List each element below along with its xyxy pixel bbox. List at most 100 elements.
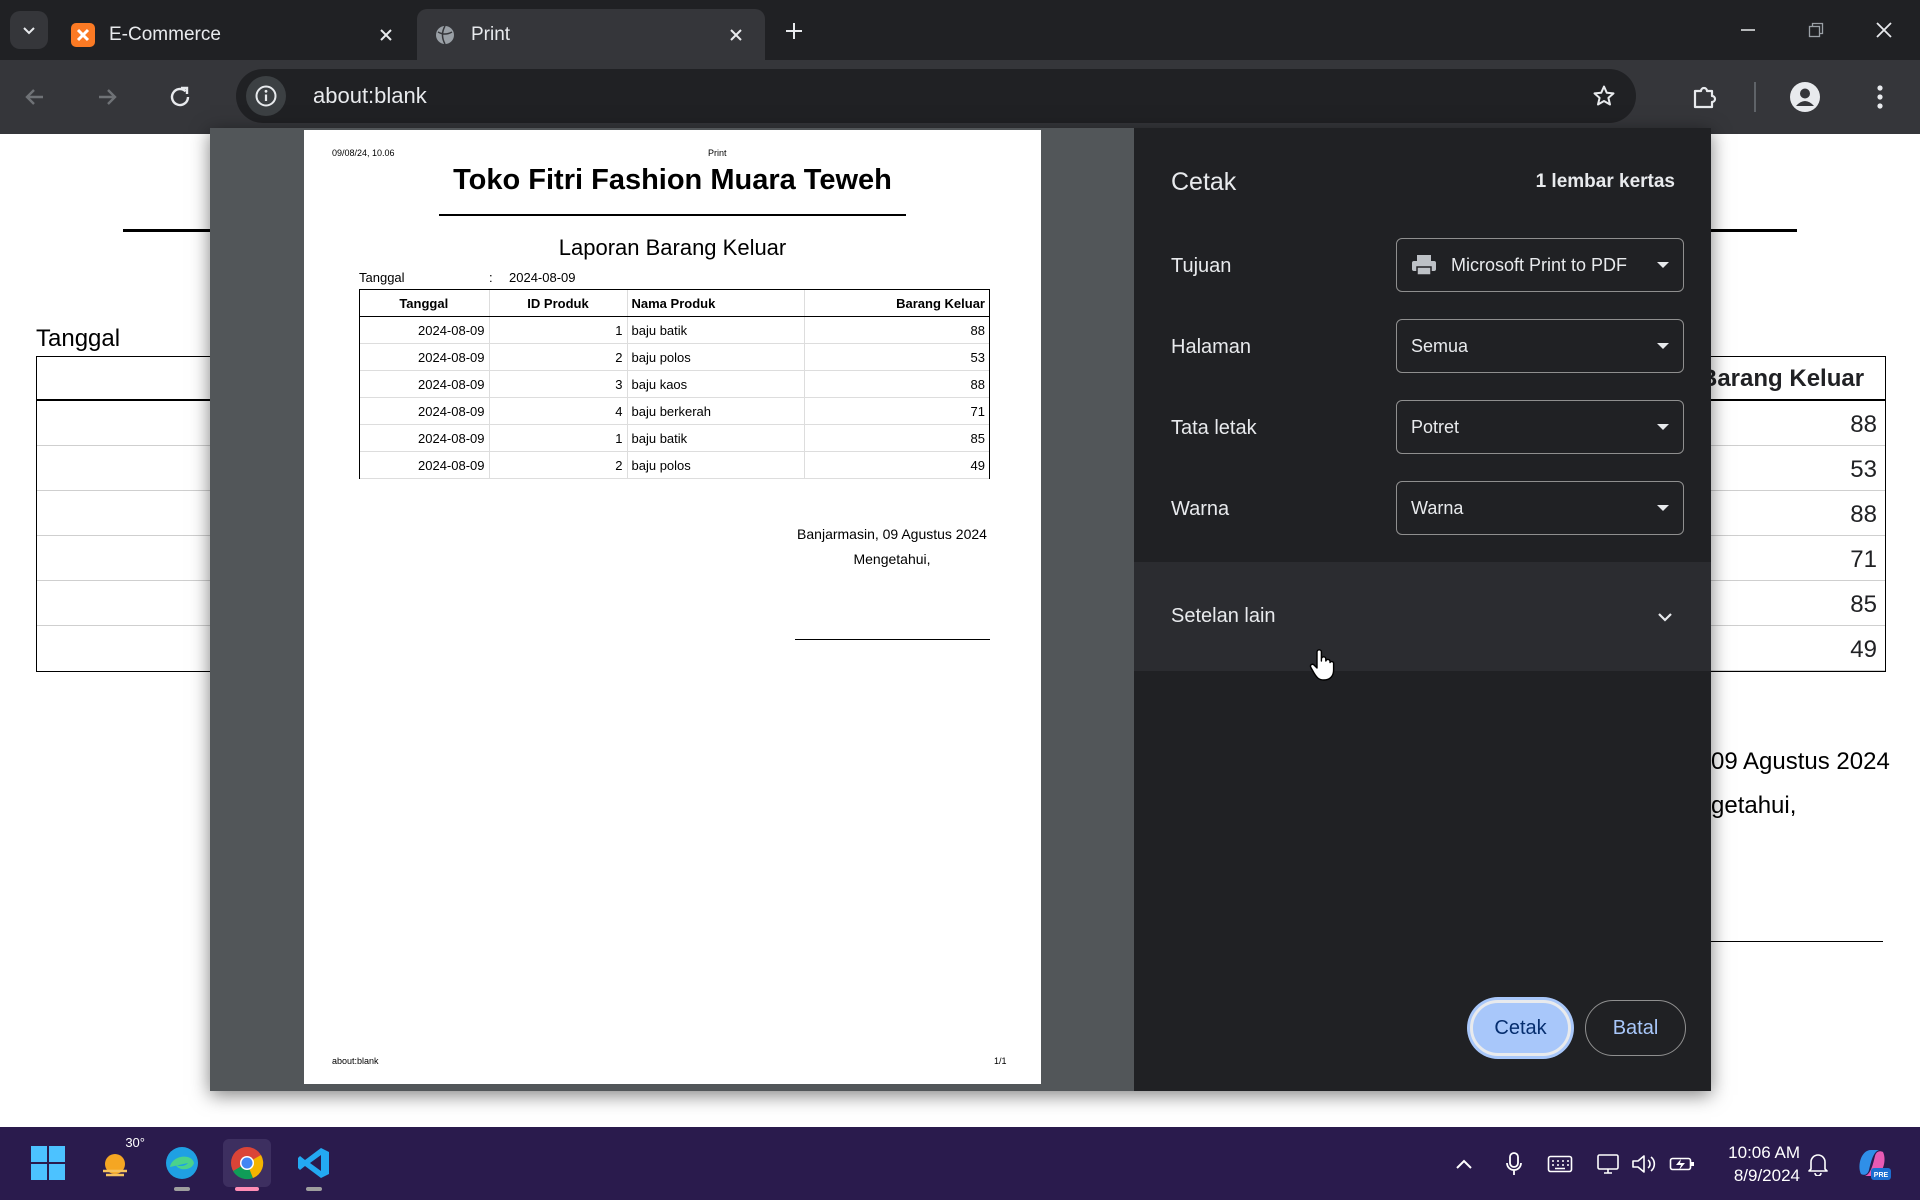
tab-print[interactable]: Print <box>417 9 765 60</box>
forward-button[interactable] <box>85 75 129 119</box>
vscode-icon <box>298 1148 329 1178</box>
extensions-button[interactable] <box>1683 75 1727 119</box>
tab-search-button[interactable] <box>10 11 48 49</box>
table-cell: 2 <box>488 343 627 371</box>
table-cell: 2024-08-09 <box>359 370 489 398</box>
arrow-right-icon <box>99 89 117 105</box>
more-settings-label: Setelan lain <box>1171 605 1276 627</box>
table-cell: 2024-08-09 <box>359 343 489 371</box>
plus-icon <box>786 23 802 39</box>
table-cell: 2024-08-09 <box>359 451 489 479</box>
address-bar[interactable]: about:blank <box>236 69 1636 123</box>
pages-select[interactable]: Semua <box>1396 319 1684 373</box>
network-icon <box>1597 1154 1619 1174</box>
date-colon: : <box>489 270 493 285</box>
print-footer-page: 1/1 <box>994 1056 1007 1066</box>
close-tab-icon[interactable] <box>373 22 399 48</box>
avatar-icon <box>1790 82 1820 112</box>
print-button[interactable]: Cetak <box>1470 1000 1571 1056</box>
network-button[interactable] <box>1594 1149 1624 1179</box>
close-icon <box>1876 22 1892 38</box>
taskbar-edge[interactable] <box>158 1139 206 1191</box>
column-header: Tanggal <box>359 289 489 317</box>
print-header-datetime: 09/08/24, 10.06 <box>332 148 395 158</box>
tab-ecommerce[interactable]: E-Commerce <box>55 9 415 60</box>
site-info-icon[interactable] <box>246 76 286 116</box>
table-cell: baju batik <box>626 424 804 452</box>
new-tab-button[interactable] <box>775 12 813 50</box>
chevron-up-icon <box>1456 1159 1472 1169</box>
table-cell: 1 <box>488 316 627 344</box>
table-border <box>989 289 990 479</box>
tray-overflow-button[interactable] <box>1449 1149 1479 1179</box>
tab-title: E-Commerce <box>109 23 221 45</box>
toolbar-separator <box>1754 82 1756 112</box>
report-date-line: Tanggal: 2024-08-09 <box>359 270 576 285</box>
more-settings-toggle[interactable]: Setelan lain <box>1134 562 1711 671</box>
destination-select[interactable]: Microsoft Print to PDF <box>1396 238 1684 292</box>
table-cell: 1 <box>488 424 627 452</box>
bookmark-star-icon[interactable] <box>1590 82 1618 110</box>
table-cell: baju berkerah <box>626 397 804 425</box>
table-row: 2024-08-09 1 baju batik 85 <box>359 424 989 452</box>
color-label: Warna <box>1171 498 1230 520</box>
speaker-icon <box>1632 1155 1656 1173</box>
color-value: Warna <box>1411 497 1464 518</box>
print-header-title: Print <box>708 148 727 158</box>
system-clock[interactable]: 10:06 AM 8/9/2024 <box>1728 1141 1800 1187</box>
layout-label: Tata letak <box>1171 417 1257 439</box>
close-window-button[interactable] <box>1850 0 1918 60</box>
minimize-icon <box>1741 29 1755 31</box>
back-button[interactable] <box>13 75 57 119</box>
signature-line <box>795 639 990 640</box>
title-underline <box>439 214 906 216</box>
windows-start-icon <box>31 1146 65 1180</box>
weather-widget[interactable]: 30° <box>91 1135 145 1187</box>
table-cell: baju kaos <box>626 370 804 398</box>
profile-button[interactable] <box>1783 75 1827 119</box>
acknowledged-text: Mengetahui, <box>853 551 931 567</box>
keyboard-button[interactable] <box>1545 1149 1575 1179</box>
taskbar-vscode[interactable] <box>290 1139 338 1191</box>
volume-button[interactable] <box>1629 1149 1659 1179</box>
close-tab-icon[interactable] <box>723 22 749 48</box>
dropdown-caret-icon <box>1657 424 1669 430</box>
sheet-count: 1 lembar kertas <box>1535 171 1675 192</box>
weather-temperature: 30° <box>125 1135 145 1150</box>
reload-icon <box>170 86 190 107</box>
start-button[interactable] <box>24 1139 72 1187</box>
table-row: 2024-08-09 2 baju polos 49 <box>359 451 989 479</box>
table-cell: baju polos <box>626 343 804 371</box>
copilot-button[interactable]: PRE <box>1848 1139 1896 1187</box>
pages-value: Semua <box>1411 335 1469 356</box>
table-cell: 2 <box>488 451 627 479</box>
column-header: ID Produk <box>488 289 627 317</box>
reload-button[interactable] <box>158 75 202 119</box>
destination-value: Microsoft Print to PDF <box>1451 254 1628 275</box>
microphone-icon <box>1506 1152 1522 1175</box>
table-cell: baju batik <box>626 316 804 344</box>
color-select[interactable]: Warna <box>1396 481 1684 535</box>
dropdown-caret-icon <box>1657 505 1669 511</box>
place-date-text: Banjarmasin, 09 Agustus 2024 <box>797 526 987 542</box>
table-row: 2024-08-09 3 baju kaos 88 <box>359 370 989 398</box>
minimize-button[interactable] <box>1714 0 1782 60</box>
table-cell: 85 <box>803 424 989 452</box>
xampp-icon <box>71 22 95 47</box>
print-settings-panel: Cetak 1 lembar kertas Tujuan Microsoft P… <box>1134 128 1711 1091</box>
layout-select[interactable]: Potret <box>1396 400 1684 454</box>
notifications-button[interactable] <box>1803 1149 1833 1179</box>
print-footer-url: about:blank <box>332 1056 379 1066</box>
cancel-button[interactable]: Batal <box>1585 1000 1686 1056</box>
chevron-down-icon <box>1658 612 1672 622</box>
microphone-button[interactable] <box>1499 1149 1529 1179</box>
taskbar-chrome[interactable] <box>223 1139 271 1191</box>
browser-menu-button[interactable] <box>1858 75 1902 119</box>
running-indicator <box>235 1187 259 1191</box>
restore-button[interactable] <box>1782 0 1850 60</box>
column-header: Barang Keluar <box>803 289 989 317</box>
printer-icon <box>1412 255 1436 276</box>
battery-button[interactable] <box>1667 1149 1697 1179</box>
restore-icon <box>1808 22 1824 38</box>
globe-icon <box>433 23 457 47</box>
